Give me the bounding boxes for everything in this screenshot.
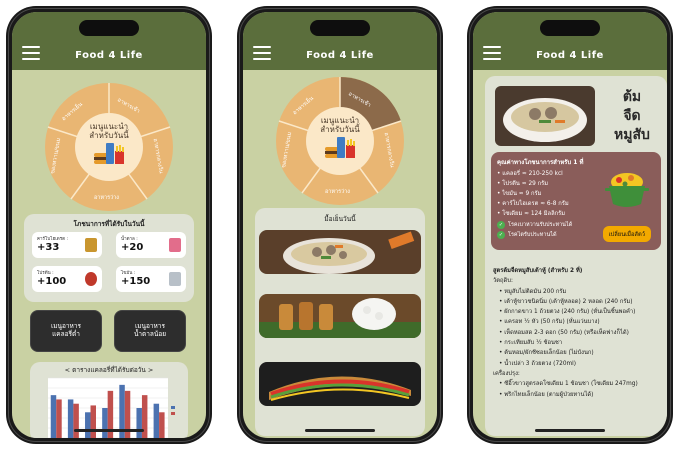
soup-photo xyxy=(259,230,421,274)
stat-sugar[interactable]: น้ำตาล : +20 xyxy=(116,232,186,258)
chart-bar xyxy=(153,403,160,438)
button-line2: แคลอรี่ต่ำ xyxy=(52,330,80,338)
food-satay-image[interactable] xyxy=(259,294,421,338)
dynamic-island xyxy=(310,20,370,36)
chart-bar xyxy=(136,408,142,438)
mockup-stage: Food 4 Life อาหารเย็น อาหารเช้า อาหารกลา… xyxy=(0,0,679,450)
recipe-heading: สูตรต้มจืดหมูสับเต้าหู้ (สำหรับ 2 ที่) xyxy=(493,268,583,274)
home-indicator xyxy=(74,429,144,432)
dish-title-line1: ต้ม xyxy=(622,89,642,105)
recipe-panel: ต้ม จืด หมูสับ คุณค่าทางโภชนาการสำหรับ 1… xyxy=(485,76,667,436)
pot-icon xyxy=(605,173,649,207)
nutrition-heading: คุณค่าทางโภชนาการสำหรับ 1 ที่ xyxy=(497,159,584,166)
carbs-icon xyxy=(85,238,97,252)
wheel-center[interactable]: เมนูแนะนำ สำหรับวันนี้ xyxy=(306,107,374,175)
dinner-screen: Food 4 Life อาหารเย็น อาหารเช้า อาหารกลา… xyxy=(243,12,437,438)
low-sugar-menu-button[interactable]: เมนูอาหาร น้ำตาลน้อย xyxy=(114,310,186,352)
ingredient-item: กระเทียมสับ ½ ช้อนชา xyxy=(493,338,661,348)
phone-recipe: Food 4 Life ต้ม จืด หมูสับ คุณค่าทางโภชน… xyxy=(467,6,673,444)
seasoning-item: ซีอิ๊วขาวสูตรลดโซเดียม 1 ช้อนชา (โซเดียม… xyxy=(493,379,661,389)
app-title: Food 4 Life xyxy=(75,50,143,61)
home-screen: Food 4 Life อาหารเย็น อาหารเช้า อาหารกลา… xyxy=(12,12,206,438)
stat-protein[interactable]: โปรตีน : +100 xyxy=(32,266,102,292)
ingredient-item: ผักกาดขาว 1 ถ้วยตวง (240 กรัม) (หั่นเป็น… xyxy=(493,307,661,317)
protein-icon xyxy=(85,272,97,286)
chart-bar xyxy=(50,395,57,438)
meal-wheel[interactable]: อาหารเย็น อาหารเช้า อาหารกลางวัน อาหารว่… xyxy=(275,76,405,206)
ingredients-label: วัตถุดิบ: xyxy=(493,278,513,285)
recipe-screen: Food 4 Life ต้ม จืด หมูสับ คุณค่าทางโภชน… xyxy=(473,12,667,438)
segment-snack[interactable]: อาหารว่าง xyxy=(325,188,350,196)
chart-bar xyxy=(73,403,79,438)
seasoning-item: พริกไทยเล็กน้อย (ตามผู้ป่วยทานได้) xyxy=(493,390,661,400)
recipe-text: สูตรต้มจืดหมูสับเต้าหู้ (สำหรับ 2 ที่) ว… xyxy=(493,266,661,400)
ingredient-item: ต้นหอม/ผักชีซอยเล็กน้อย (ไม่บังนก) xyxy=(493,348,661,358)
phone-dinner: Food 4 Life อาหารเย็น อาหารเช้า อาหารกลา… xyxy=(237,6,443,444)
dynamic-island xyxy=(540,20,600,36)
chart-bar xyxy=(67,399,74,438)
check-label: โรคเบาหวานรับประทานได้ xyxy=(508,222,573,228)
food-soup-image[interactable] xyxy=(259,230,421,274)
chart-bar xyxy=(159,412,165,438)
chart-bar xyxy=(56,399,62,438)
wheel-center[interactable]: เมนูแนะนำ สำหรับวันนี้ xyxy=(75,113,143,181)
ingredient-item: เต้าหู้ขาวชนิดนิ่ม (เต้าหู้หลอด) 2 หลอด … xyxy=(493,297,661,307)
check-icon: ✓ xyxy=(497,221,505,229)
dynamic-island xyxy=(79,20,139,36)
segment-snack[interactable]: อาหารว่าง xyxy=(94,194,119,202)
food-sandwich-image[interactable] xyxy=(259,362,421,406)
chart-bar xyxy=(90,405,96,438)
button-line2: น้ำตาลน้อย xyxy=(133,330,167,338)
low-calorie-menu-button[interactable]: เมนูอาหาร แคลอรี่ต่ำ xyxy=(30,310,102,352)
dish-title-line2: จืด xyxy=(623,108,641,124)
legend-swatch xyxy=(171,406,175,409)
dinner-list-title: มื้อเย็นวันนี้ xyxy=(324,215,356,223)
wheel-title-line2: สำหรับวันนี้ xyxy=(89,130,129,140)
swap-meal-button[interactable]: เปลี่ยนเมื่อสัตว์ xyxy=(602,226,651,242)
ingredient-item: แครอท ½ หัว (50 กรัม) (หั่นแว่นบาง) xyxy=(493,317,661,327)
check-icon: ✓ xyxy=(497,231,505,239)
dish-title-line3: หมูสับ xyxy=(614,127,650,143)
chart-bar xyxy=(102,408,108,438)
nutrition-card-title: โภชนาการที่ได้รับในวันนี้ xyxy=(73,220,145,228)
home-indicator xyxy=(305,429,375,432)
calorie-chart-card: < ตารางแคลอรี่ที่ได้รับต่อวัน > xyxy=(30,362,188,438)
dish-image xyxy=(495,86,595,146)
home-indicator xyxy=(535,429,605,432)
dish-title: ต้ม จืด หมูสับ xyxy=(603,88,661,145)
chart-bar xyxy=(85,412,91,438)
wheel-title-line2: สำหรับวันนี้ xyxy=(320,124,360,134)
ingredient-item: เห็ดหอมสด 2-3 ดอก (50 กรัม) (หรือเห็ดฟาง… xyxy=(493,328,661,338)
nutrition-item: โซเดียม ≈ 124 มิลลิกรัม xyxy=(497,209,655,219)
seasoning-label: เครื่องปรุง: xyxy=(493,370,520,377)
fat-icon xyxy=(169,272,181,286)
stat-carbs[interactable]: คาร์โบไฮเดรต : +33 xyxy=(32,232,102,258)
daily-nutrition-card: โภชนาการที่ได้รับในวันนี้ คาร์โบไฮเดรต :… xyxy=(24,214,194,302)
check-label: โรคไตรับประทานได้ xyxy=(508,232,557,238)
stat-fat[interactable]: ไขมัน : +150 xyxy=(116,266,186,292)
ingredient-item: หมูสับไม่ติดมัน 200 กรัม xyxy=(493,287,661,297)
app-title: Food 4 Life xyxy=(536,50,604,61)
sugar-icon xyxy=(169,238,181,252)
ingredient-item: น้ำเปล่า 3 ถ้วยตวง (720ml) xyxy=(493,359,661,369)
nutrition-box: คุณค่าทางโภชนาการสำหรับ 1 ที่ แคลอรี่ ≈ … xyxy=(491,152,661,250)
satay-photo xyxy=(259,294,421,338)
dish-photo xyxy=(495,86,595,146)
sandwich-photo xyxy=(259,362,421,406)
app-title: Food 4 Life xyxy=(306,50,374,61)
phone-home: Food 4 Life อาหารเย็น อาหารเช้า อาหารกลา… xyxy=(6,6,212,444)
meal-icon xyxy=(325,136,355,158)
meal-icon xyxy=(94,142,124,164)
legend-swatch xyxy=(171,412,175,415)
meal-wheel[interactable]: อาหารเย็น อาหารเช้า อาหารกลางวัน อาหารว่… xyxy=(44,82,174,212)
